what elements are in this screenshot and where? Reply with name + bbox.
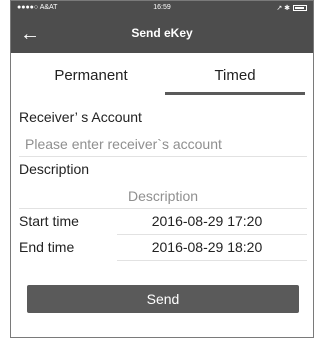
nav-bar: ← Send eKey: [11, 15, 313, 53]
tab-timed[interactable]: Timed: [165, 61, 305, 97]
end-time-row: End time 2016-08-29 18:20: [19, 235, 307, 261]
description-input-row: [19, 183, 307, 209]
phone-screen: ●●●●○ A&AT 16:59 ↗ ✱ ← Send eKey Permane…: [10, 0, 314, 338]
end-time-label: End time: [19, 239, 75, 255]
description-label-row: Description: [19, 157, 307, 183]
receiver-input-row: [19, 131, 307, 157]
status-bar: ●●●●○ A&AT 16:59 ↗ ✱: [11, 1, 313, 15]
tab-permanent[interactable]: Permanent: [21, 61, 161, 97]
clock: 16:59: [153, 4, 171, 11]
status-glyphs: ↗ ✱: [276, 5, 290, 12]
battery-icon: [293, 5, 307, 11]
ekey-form: Receiver’ s Account Description Start ti…: [19, 105, 307, 261]
start-time-value[interactable]: 2016-08-29 17:20: [123, 213, 291, 229]
receiver-account-label: Receiver’ s Account: [19, 109, 142, 125]
key-type-tabs: Permanent Timed: [11, 61, 313, 97]
send-button[interactable]: Send: [27, 285, 299, 313]
end-time-underline: [117, 260, 307, 261]
description-label: Description: [19, 161, 90, 177]
start-time-label: Start time: [19, 213, 79, 229]
receiver-account-input[interactable]: [19, 131, 307, 157]
start-time-row: Start time 2016-08-29 17:20: [19, 209, 307, 235]
end-time-value[interactable]: 2016-08-29 18:20: [123, 239, 291, 255]
status-icons: ↗ ✱: [276, 4, 307, 12]
receiver-label-row: Receiver’ s Account: [19, 105, 307, 131]
page-title: Send eKey: [131, 26, 193, 40]
description-input[interactable]: [19, 183, 307, 209]
